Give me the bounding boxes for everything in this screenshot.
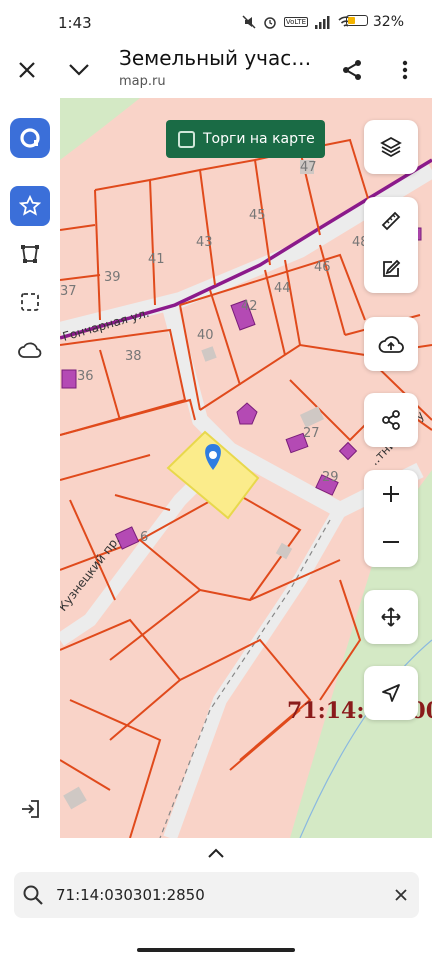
- battery-percent: 32%: [372, 14, 404, 30]
- parcel-number: 37: [60, 284, 77, 299]
- parcel-number: 36: [77, 369, 94, 384]
- search-input[interactable]: [56, 872, 376, 918]
- parcel-number: 39: [104, 270, 121, 285]
- zoom-in-button[interactable]: [364, 470, 418, 518]
- parcel-number: 41: [148, 252, 165, 267]
- status-icons: VoLTE: [242, 12, 354, 32]
- more-vert-icon: [402, 60, 408, 80]
- cloud-icon: [18, 342, 42, 358]
- auction-checkbox[interactable]: [178, 130, 195, 148]
- parcel-number: 44: [274, 281, 291, 296]
- app-logo-icon: [20, 128, 40, 148]
- more-button[interactable]: [387, 52, 423, 88]
- clear-icon[interactable]: [391, 885, 411, 905]
- signal-icon: [315, 15, 330, 29]
- mute-icon: [242, 15, 256, 29]
- parcel-number: 46: [314, 260, 331, 275]
- alarm-icon: [264, 17, 276, 29]
- move-icon: [381, 607, 401, 627]
- zoom-out-button[interactable]: [364, 518, 418, 566]
- auction-toggle-label: Торги на карте: [203, 131, 315, 147]
- chevron-up-icon[interactable]: [204, 844, 228, 862]
- close-button[interactable]: [9, 52, 45, 88]
- home-indicator: [137, 948, 295, 952]
- share-button[interactable]: [334, 52, 370, 88]
- pan-button[interactable]: [364, 590, 418, 644]
- exit-icon: [22, 800, 39, 818]
- login-button[interactable]: [10, 789, 50, 829]
- locate-button[interactable]: [364, 666, 418, 720]
- app-logo-button[interactable]: [10, 118, 50, 158]
- polygon-icon: [21, 245, 39, 263]
- status-time: 1:43: [58, 14, 92, 32]
- selection-icon: [21, 293, 39, 311]
- layers-button[interactable]: [364, 120, 418, 174]
- locate-icon: [382, 684, 400, 702]
- battery-icon: [346, 15, 369, 26]
- measure-group: [364, 197, 418, 293]
- search-sheet: [0, 838, 432, 960]
- polygon-tool-button[interactable]: [10, 234, 50, 274]
- layers-icon: [380, 136, 402, 158]
- upload-button[interactable]: [364, 317, 418, 371]
- parcel-number: 29: [322, 470, 339, 485]
- share-map-button[interactable]: [364, 393, 418, 447]
- auction-toggle[interactable]: Торги на карте: [166, 120, 325, 158]
- collapse-button[interactable]: [61, 52, 97, 88]
- search-icon: [23, 885, 43, 905]
- edit-icon: [383, 259, 401, 277]
- building: [61, 369, 77, 389]
- zoom-in-icon: [383, 486, 399, 502]
- close-icon: [19, 62, 35, 78]
- favorites-button[interactable]: [10, 186, 50, 226]
- share-icon: [343, 60, 361, 80]
- area-select-button[interactable]: [10, 282, 50, 322]
- parcel-number: 27: [303, 426, 320, 441]
- zoom-group: [364, 470, 418, 567]
- parcel-number: 6: [140, 530, 148, 545]
- page-url: map.ru: [119, 74, 166, 89]
- parcel-number: 40: [197, 328, 214, 343]
- battery-indicator: 32%: [346, 14, 404, 30]
- parcel-number: 47: [300, 160, 317, 175]
- page-title: Земельный учас…: [119, 46, 312, 70]
- star-icon: [19, 195, 41, 216]
- volte-icon: VoLTE: [283, 17, 308, 27]
- ruler-button[interactable]: [364, 197, 418, 245]
- share-nodes-icon: [382, 410, 400, 430]
- search-bar: [14, 872, 419, 918]
- parcel-number: 43: [196, 235, 213, 250]
- edit-button[interactable]: [364, 245, 418, 293]
- ruler-icon: [381, 211, 401, 231]
- app-bar: Земельный учас… map.ru: [0, 44, 432, 98]
- parcel-number: 42: [241, 299, 258, 314]
- cloud-button[interactable]: [10, 330, 50, 370]
- status-bar: 1:43 VoLTE 32%: [0, 0, 432, 44]
- zoom-out-icon: [383, 541, 399, 543]
- chevron-down-icon: [69, 64, 89, 76]
- cloud-upload-icon: [378, 336, 404, 353]
- left-toolbar: [0, 98, 60, 838]
- parcel-number: 38: [125, 349, 142, 364]
- parcel-number: 45: [249, 208, 266, 223]
